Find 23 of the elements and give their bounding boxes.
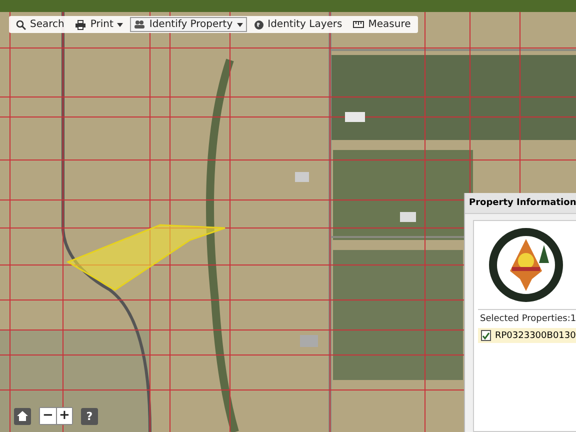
selected-parcel-highlight[interactable] bbox=[66, 224, 226, 291]
home-button[interactable] bbox=[14, 408, 31, 424]
toolbar-button[interactable]: Search bbox=[12, 17, 68, 32]
toolbar-button[interactable]: Print bbox=[71, 17, 128, 32]
property-list-item[interactable]: RP0323300B0130 bbox=[478, 328, 576, 343]
help-button[interactable]: ? bbox=[81, 408, 98, 424]
ruler-icon bbox=[353, 21, 364, 28]
selected-properties-count: Selected Properties:1 bbox=[479, 313, 576, 326]
search-icon bbox=[16, 20, 26, 30]
toolbar-button[interactable]: Measure bbox=[349, 17, 415, 32]
zoom-in-button[interactable]: + bbox=[56, 408, 72, 424]
checkbox[interactable] bbox=[481, 330, 491, 341]
globe-icon bbox=[254, 20, 264, 30]
building bbox=[400, 212, 416, 222]
home-icon bbox=[17, 411, 28, 421]
toolbar-button[interactable]: Identify Property bbox=[130, 17, 247, 32]
building bbox=[300, 335, 318, 347]
building bbox=[345, 112, 365, 122]
people-icon bbox=[134, 20, 146, 29]
panel-title: Property Information bbox=[465, 193, 576, 214]
building bbox=[295, 172, 309, 182]
toolbar-button[interactable]: Identity Layers bbox=[250, 17, 346, 32]
printer-icon bbox=[75, 20, 86, 30]
